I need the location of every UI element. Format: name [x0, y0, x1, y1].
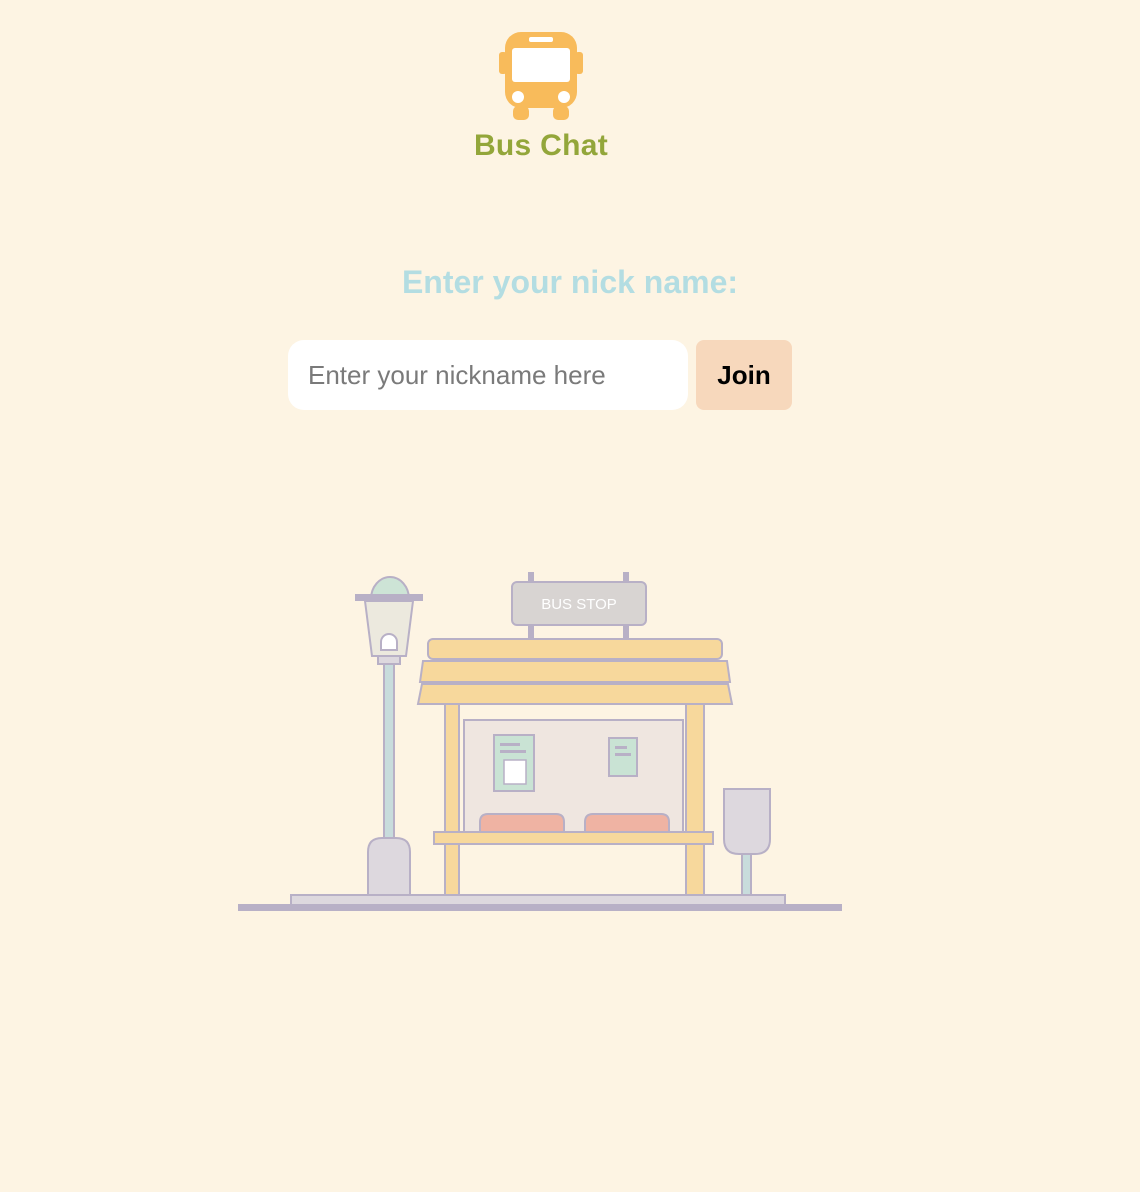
join-form: Join	[288, 340, 792, 410]
street-lamp	[355, 576, 423, 896]
nickname-input[interactable]	[288, 340, 688, 410]
shelter-roof	[416, 638, 734, 705]
join-button[interactable]: Join	[696, 340, 792, 410]
brand-name: Bus Chat	[473, 129, 609, 162]
bus-stop-illustration: BUS STOP	[238, 570, 842, 920]
nickname-prompt: Enter your nick name:	[401, 264, 739, 300]
trash-bin	[723, 788, 771, 896]
poster	[608, 737, 638, 777]
bus-icon	[499, 32, 583, 120]
bus-stop-sign: BUS STOP	[511, 572, 647, 639]
poster	[493, 734, 535, 792]
app-logo: Bus Chat	[470, 28, 612, 163]
bus-stop-sign-text: BUS STOP	[541, 596, 617, 613]
